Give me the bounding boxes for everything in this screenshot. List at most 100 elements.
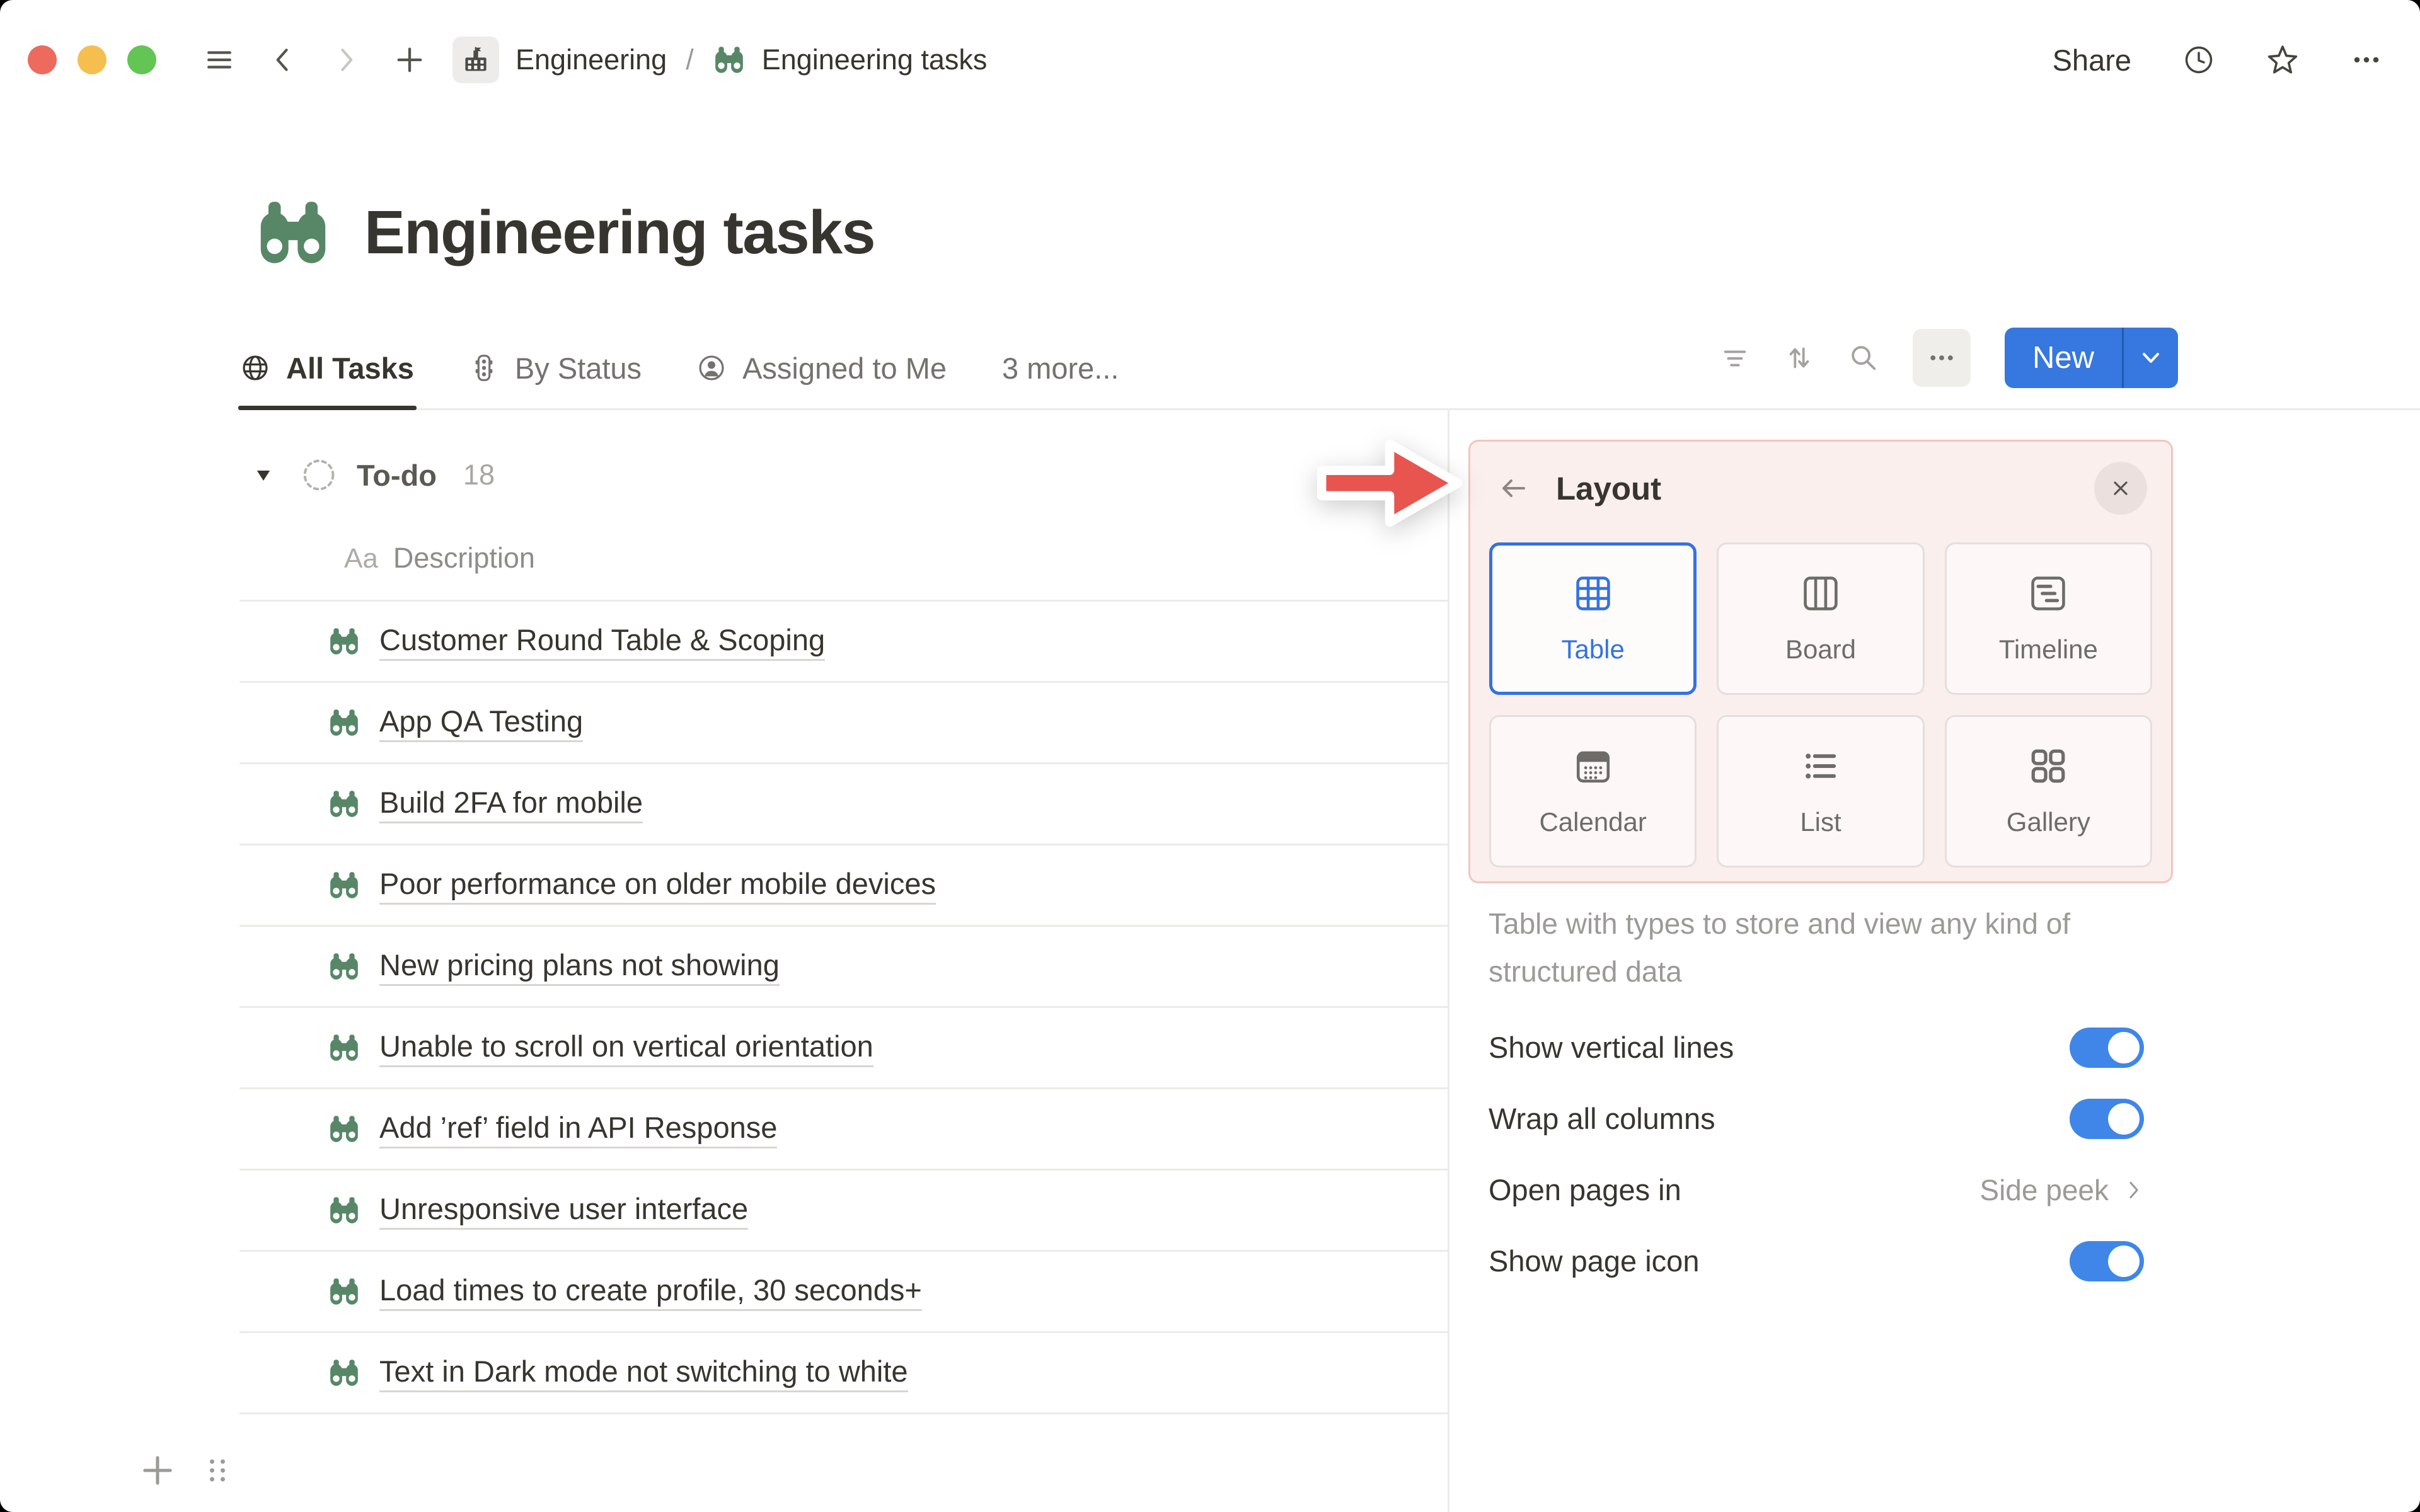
option-label: Calendar bbox=[1539, 807, 1647, 837]
option-label: Table bbox=[1561, 634, 1625, 664]
close-window-button[interactable] bbox=[28, 45, 57, 74]
panel-divider bbox=[1448, 410, 1449, 1512]
breadcrumb-parent-chip[interactable] bbox=[452, 37, 499, 83]
zoom-window-button[interactable] bbox=[127, 45, 156, 74]
layout-option-list[interactable]: List bbox=[1717, 715, 1925, 868]
hamburger-icon[interactable] bbox=[204, 45, 234, 75]
table-row[interactable]: Poor performance on older mobile devices bbox=[239, 845, 1448, 927]
show-vertical-lines-toggle[interactable] bbox=[2070, 1027, 2144, 1068]
show-page-icon-toggle[interactable] bbox=[2070, 1240, 2144, 1281]
triangle-down-icon[interactable] bbox=[253, 465, 274, 485]
task-title[interactable]: Poor performance on older mobile devices bbox=[379, 866, 936, 905]
new-page-icon[interactable] bbox=[395, 45, 425, 75]
task-title[interactable]: Build 2FA for mobile bbox=[379, 785, 643, 823]
back-icon[interactable] bbox=[268, 45, 297, 74]
task-title[interactable]: App QA Testing bbox=[379, 704, 584, 742]
new-button[interactable]: New bbox=[2005, 328, 2122, 388]
add-row-controls bbox=[140, 1453, 233, 1488]
binoculars-icon bbox=[328, 706, 360, 739]
traffic-light-icon bbox=[470, 353, 498, 382]
more-icon bbox=[1927, 343, 1956, 372]
clock-icon[interactable] bbox=[2183, 44, 2215, 76]
table-row[interactable]: Customer Round Table & Scoping bbox=[239, 602, 1448, 683]
table-row[interactable]: Unable to scroll on vertical orientation bbox=[239, 1008, 1448, 1089]
page-header: Engineering tasks bbox=[255, 194, 876, 271]
column-header-description[interactable]: Aa Description bbox=[344, 542, 535, 575]
new-button-label: New bbox=[2032, 341, 2094, 375]
tab-label: Assigned to Me bbox=[742, 351, 947, 385]
disclosure-value: Side peek bbox=[1979, 1173, 2109, 1206]
plus-icon[interactable] bbox=[140, 1453, 175, 1488]
close-panel-button[interactable] bbox=[2094, 462, 2147, 515]
timeline-icon bbox=[2027, 573, 2069, 614]
breadcrumb-separator: / bbox=[686, 43, 694, 76]
layout-option-calendar[interactable]: Calendar bbox=[1489, 715, 1697, 868]
task-title[interactable]: New pricing plans not showing bbox=[379, 948, 780, 986]
sort-icon[interactable] bbox=[1784, 343, 1814, 373]
task-title[interactable]: Add ’ref’ field in API Response bbox=[379, 1110, 778, 1148]
filter-icon[interactable] bbox=[1720, 343, 1750, 373]
drag-handle-icon[interactable] bbox=[202, 1455, 233, 1486]
binoculars-icon bbox=[328, 1356, 360, 1389]
layout-description: Table with types to store and view any k… bbox=[1489, 907, 2071, 988]
property-type-abbrev: Aa bbox=[344, 543, 378, 574]
binoculars-icon bbox=[328, 1275, 360, 1308]
chevron-right-icon bbox=[2123, 1179, 2144, 1201]
option-label: Timeline bbox=[1998, 634, 2098, 664]
table-row[interactable]: Add ’ref’ field in API Response bbox=[239, 1089, 1448, 1171]
tab-assigned-to-me[interactable]: Assigned to Me bbox=[697, 328, 947, 408]
layout-option-table[interactable]: Table bbox=[1489, 542, 1697, 695]
chevron-down-icon bbox=[2138, 345, 2164, 371]
group-name[interactable]: To-do bbox=[357, 458, 437, 493]
share-button[interactable]: Share bbox=[2053, 43, 2131, 77]
toggle-knob bbox=[2108, 1102, 2140, 1135]
table-row[interactable]: Load times to create profile, 30 seconds… bbox=[239, 1252, 1448, 1333]
setting-show-page-icon: Show page icon bbox=[1489, 1225, 2144, 1297]
nav-controls bbox=[204, 45, 425, 75]
board-icon bbox=[1800, 573, 1841, 614]
view-options-button[interactable] bbox=[1912, 329, 1971, 387]
more-icon[interactable] bbox=[2351, 44, 2382, 76]
layout-option-board[interactable]: Board bbox=[1717, 542, 1925, 695]
layout-option-gallery[interactable]: Gallery bbox=[1944, 715, 2152, 868]
calendar-icon bbox=[1572, 745, 1614, 787]
back-arrow-icon[interactable] bbox=[1498, 472, 1530, 504]
table-row[interactable]: App QA Testing bbox=[239, 683, 1448, 764]
star-icon[interactable] bbox=[2266, 43, 2299, 76]
task-title[interactable]: Customer Round Table & Scoping bbox=[379, 622, 826, 661]
setting-label: Show vertical lines bbox=[1489, 1031, 1734, 1064]
forward-icon[interactable] bbox=[331, 45, 360, 74]
setting-label: Show page icon bbox=[1489, 1244, 1700, 1278]
new-button-group: New bbox=[2004, 328, 2178, 388]
task-title[interactable]: Unresponsive user interface bbox=[379, 1191, 749, 1230]
task-title[interactable]: Load times to create profile, 30 seconds… bbox=[379, 1273, 922, 1311]
table-row[interactable]: Unresponsive user interface bbox=[239, 1171, 1448, 1252]
option-label: Board bbox=[1785, 634, 1857, 664]
breadcrumb-page[interactable]: Engineering tasks bbox=[762, 43, 988, 76]
minimize-window-button[interactable] bbox=[78, 45, 107, 74]
wrap-all-columns-toggle[interactable] bbox=[2070, 1098, 2144, 1139]
task-title[interactable]: Unable to scroll on vertical orientation bbox=[379, 1029, 873, 1067]
view-toolbar: New bbox=[1720, 326, 2178, 389]
layout-settings: Show vertical lines Wrap all columns Ope… bbox=[1489, 1012, 2144, 1297]
page-title[interactable]: Engineering tasks bbox=[364, 197, 876, 268]
tab-more-views[interactable]: 3 more... bbox=[1002, 328, 1119, 408]
top-bar: Engineering / Engineering tasks Share bbox=[0, 0, 2420, 120]
table-row[interactable]: Text in Dark mode not switching to white bbox=[239, 1333, 1448, 1414]
layout-option-timeline[interactable]: Timeline bbox=[1944, 542, 2152, 695]
search-icon[interactable] bbox=[1848, 343, 1879, 373]
tab-all-tasks[interactable]: All Tasks bbox=[238, 328, 417, 410]
task-table: Customer Round Table & Scoping App QA Te… bbox=[239, 600, 1448, 1414]
table-row[interactable]: New pricing plans not showing bbox=[239, 927, 1448, 1008]
binoculars-icon bbox=[328, 1113, 360, 1145]
tab-by-status[interactable]: By Status bbox=[470, 328, 642, 408]
binoculars-icon bbox=[255, 194, 331, 271]
table-row[interactable]: Build 2FA for mobile bbox=[239, 764, 1448, 845]
open-pages-in-value[interactable]: Side peek bbox=[1979, 1173, 2144, 1207]
toggle-knob bbox=[2108, 1245, 2140, 1277]
task-title[interactable]: Text in Dark mode not switching to white bbox=[379, 1354, 908, 1392]
breadcrumb-parent[interactable]: Engineering bbox=[516, 43, 667, 76]
layout-options-grid: Table Board Timeline Calendar List Galle… bbox=[1489, 542, 2152, 868]
new-dropdown-button[interactable] bbox=[2124, 328, 2178, 388]
setting-open-pages-in[interactable]: Open pages in Side peek bbox=[1489, 1154, 2144, 1225]
